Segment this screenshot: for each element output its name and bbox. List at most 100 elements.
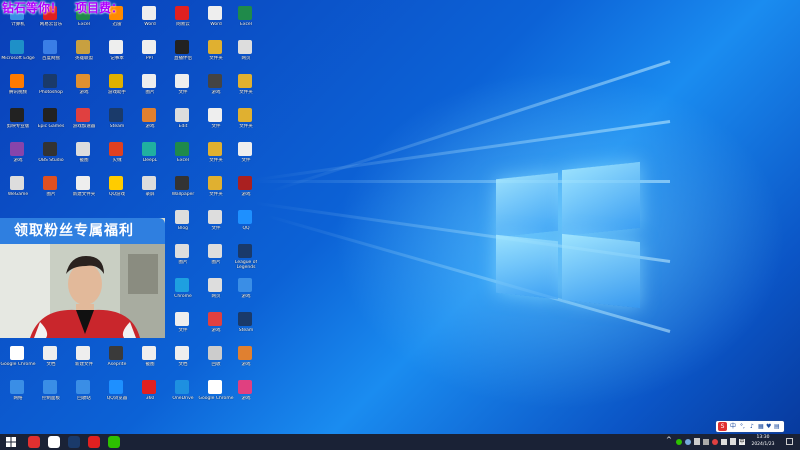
desktop-icon[interactable]: Epic Games [35,106,67,140]
tray-ime-indicator[interactable]: 中 [739,439,745,445]
desktop-icon[interactable]: Edit [167,106,199,140]
wechat-icon[interactable] [108,436,120,448]
tray-network-icon[interactable] [703,439,709,445]
desktop-icon[interactable]: 游戏 [200,72,232,106]
desktop-icon[interactable]: 游戏 [230,378,262,412]
chrome-icon[interactable] [48,436,60,448]
desktop-icon[interactable]: 游戏 [230,174,262,208]
tray-device-icon[interactable] [694,438,700,445]
desktop-icon[interactable]: 腾讯视频 [2,72,34,106]
desktop-icon[interactable]: 回收 [200,344,232,378]
ime-punct-icon[interactable]: °, [740,422,745,431]
desktop-icon[interactable]: Excel [230,4,262,38]
desktop-icon[interactable]: Aseprite [101,344,133,378]
desktop-icon[interactable]: WeGame [2,174,34,208]
desktop-icon[interactable]: 网络 [2,378,34,412]
desktop-icon[interactable]: Chrome [167,276,199,310]
desktop-icon[interactable]: 文件 [200,106,232,140]
desktop-icon[interactable]: Google Chrome [1,344,35,378]
wps-icon[interactable] [28,436,40,448]
tray-chevron-icon[interactable]: ^ [666,437,672,444]
desktop-icon[interactable]: 游戏 [134,106,166,140]
desktop-icon[interactable]: OBS Studio [35,140,67,174]
desktop-icon[interactable]: 网页 [230,38,262,72]
desktop-icon[interactable]: 英雄联盟 [68,38,100,72]
desktop-icon[interactable]: 录屏 [134,174,166,208]
desktop-icon[interactable]: Blog [167,208,199,242]
desktop-icon[interactable]: 游戏 [2,140,34,174]
desktop-icon[interactable]: 百度网盘 [35,38,67,72]
tray-cloud-icon[interactable] [685,439,691,445]
ime-keyboard-icon[interactable]: ▦ [758,422,764,431]
desktop-icon[interactable]: 图片 [35,174,67,208]
desktop-icon[interactable]: 新建文件 [68,344,100,378]
desktop-icon[interactable]: 剪映专业版 [2,106,34,140]
tray-wechat-icon[interactable] [676,439,682,445]
desktop-icon[interactable]: 文件夹 [230,106,262,140]
desktop-icon[interactable]: Microsoft Edge [1,38,35,72]
desktop-icon[interactable]: 游戏 [230,344,262,378]
desktop-icon[interactable]: 文档 [167,344,199,378]
ime-tools-icon[interactable]: ▤ [774,422,780,431]
desktop-icon[interactable]: Excel [167,140,199,174]
desktop-icon[interactable]: 文件 [200,208,232,242]
desktop-icon[interactable]: 游戏 [68,72,100,106]
start-button-icon[interactable] [5,436,17,448]
tray-volume-icon[interactable] [721,439,727,445]
desktop-icon-image [238,142,252,156]
desktop-icon[interactable]: 文件夹 [200,38,232,72]
desktop-icon[interactable]: 记事本 [101,38,133,72]
desktop-icon[interactable]: 新建文件夹 [68,174,100,208]
desktop-icon[interactable]: 文件 [167,72,199,106]
desktop-icon[interactable]: Wallpaper [167,174,199,208]
desktop-icon[interactable]: 图片 [167,242,199,276]
ime-toolbar[interactable]: S 中 °, ♪ ▦ ♥ ▤ [716,421,784,432]
desktop-icon[interactable]: 360 [134,378,166,412]
steam-icon[interactable] [68,436,80,448]
desktop-icon[interactable]: 游戏加速器 [68,106,100,140]
desktop-icon[interactable]: 图片 [200,242,232,276]
desktop-icon[interactable]: 文件 [230,140,262,174]
tray-battery-icon[interactable] [730,438,736,445]
desktop-icon[interactable]: 回收站 [68,378,100,412]
desktop-icon[interactable]: Google Chrome [199,378,233,412]
desktop-icon[interactable]: 直播伴侣 [167,38,199,72]
desktop-icon-label: 网页 [241,56,251,61]
clock-date[interactable]: 2024/1/23 [748,442,778,447]
desktop-icon[interactable]: 截图 [134,344,166,378]
desktop-icon[interactable]: 文档 [35,344,67,378]
desktop-icon[interactable]: QQ游戏 [101,174,133,208]
desktop-icon[interactable]: 火绒 [101,140,133,174]
desktop-icon[interactable]: Steam [101,106,133,140]
desktop-icon[interactable]: 文件夹 [230,72,262,106]
desktop-icon[interactable]: Word [200,4,232,38]
desktop-icon[interactable]: PPT [134,38,166,72]
desktop-icon[interactable]: 文件夹 [200,174,232,208]
desktop-icon[interactable]: 截图 [68,140,100,174]
desktop-icon[interactable]: QQ浏览器 [101,378,133,412]
tray-antivirus-icon[interactable] [712,439,718,445]
netease-music-icon[interactable] [88,436,100,448]
desktop-icon[interactable]: 网页 [200,276,232,310]
desktop-icon[interactable]: 网易云 [167,4,199,38]
notification-center-icon[interactable] [786,438,793,445]
ime-skin-icon[interactable]: ♥ [766,422,771,431]
desktop-icon[interactable]: 游戏 [230,276,262,310]
ime-language[interactable]: 中 [730,422,736,431]
desktop-icon[interactable]: 文件 [167,310,199,344]
desktop-icon[interactable]: 游戏 [200,310,232,344]
desktop-icon[interactable]: OneDrive [167,378,199,412]
ime-mic-icon[interactable]: ♪ [750,422,754,431]
desktop-icon[interactable]: QQ [230,208,262,242]
desktop-icon[interactable]: 游戏助手 [101,72,133,106]
desktop-icon[interactable]: Word [134,4,166,38]
desktop-icon[interactable]: League of Legends [230,242,262,276]
sogou-icon[interactable]: S [718,422,727,431]
desktop-icon[interactable]: Steam [230,310,262,344]
desktop-icon[interactable]: 图片 [134,72,166,106]
desktop-icon[interactable]: 文件夹 [200,140,232,174]
desktop-icon[interactable]: DeepL [134,140,166,174]
clock-time[interactable]: 13:30 [748,435,778,440]
desktop-icon[interactable]: Photoshop [35,72,67,106]
desktop-icon[interactable]: 控制面板 [35,378,67,412]
